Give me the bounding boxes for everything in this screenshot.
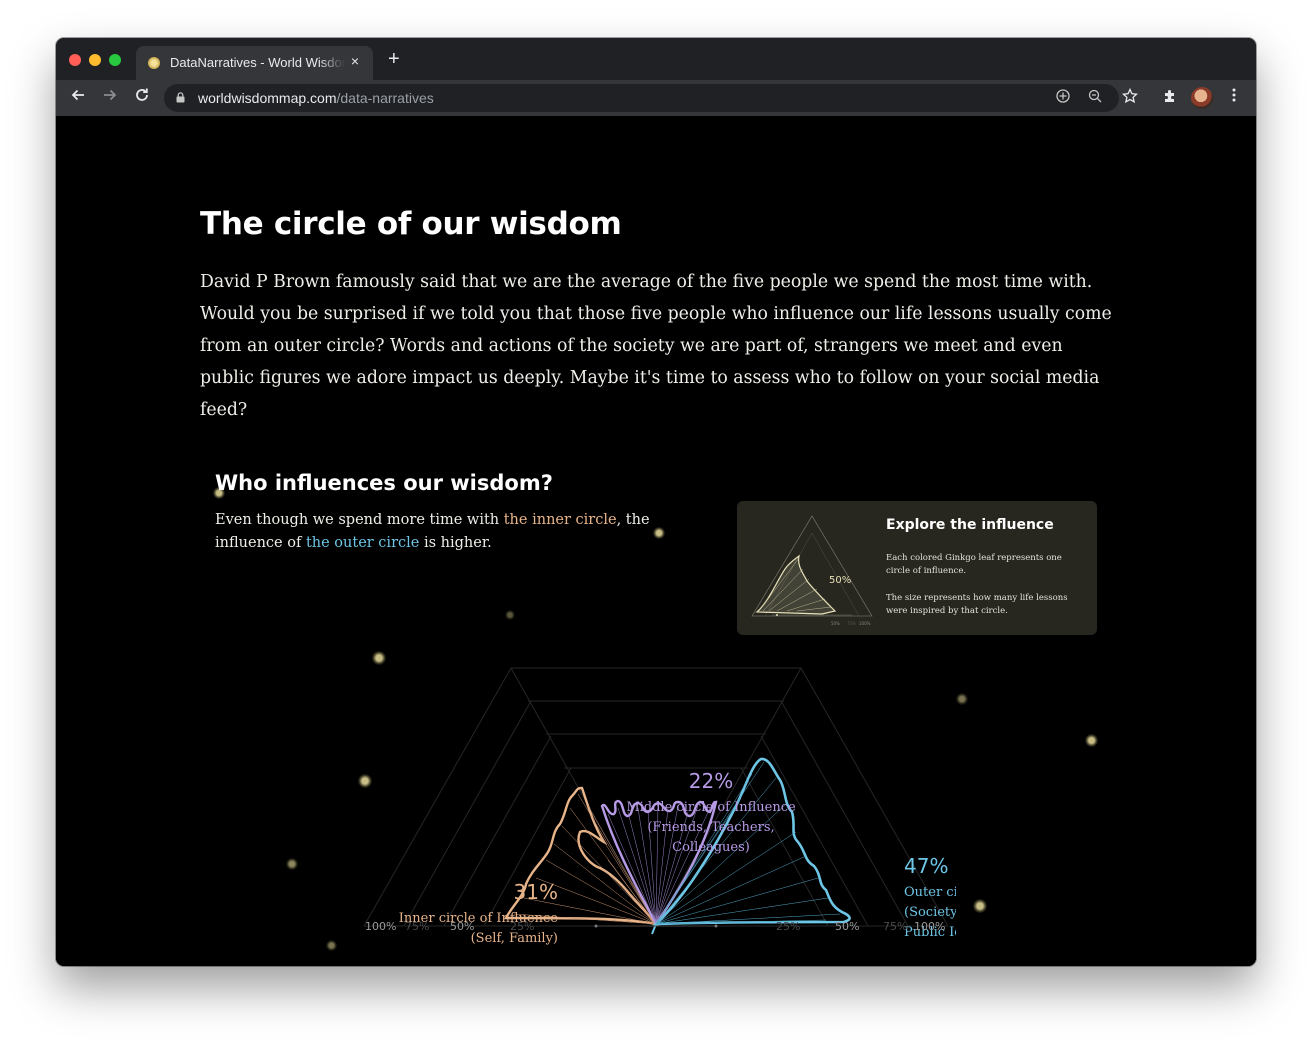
browser-tab[interactable]: DataNarratives - World Wisdom Map ×: [136, 46, 373, 80]
extensions-puzzle-icon[interactable]: [1160, 88, 1180, 108]
browser-window: DataNarratives - World Wisdom Map × + wo…: [56, 38, 1256, 966]
tab-title: DataNarratives - World Wisdom Map: [170, 55, 345, 70]
favicon-icon: [148, 57, 160, 69]
page-content: The circle of our wisdom David P Brown f…: [56, 116, 1256, 966]
tick-left-75: 75%: [405, 920, 430, 933]
close-window-button[interactable]: [69, 54, 81, 66]
tick-left-100: 100%: [365, 920, 397, 933]
tick-right-75: 75%: [883, 920, 908, 933]
back-icon[interactable]: [65, 85, 91, 111]
tick-right-100: 100%: [914, 920, 946, 933]
tick-labels: 100% 75% 50% 25% 25% 50% 75% 100%: [56, 116, 1256, 966]
browser-toolbar: worldwisdommap.com/data-narratives: [56, 80, 1256, 116]
more-menu-icon[interactable]: [1224, 88, 1244, 108]
address-bar[interactable]: worldwisdommap.com/data-narratives: [164, 84, 1119, 112]
lock-icon: [176, 92, 185, 103]
tick-right-50: 50%: [835, 920, 860, 933]
reload-icon[interactable]: [129, 85, 155, 111]
minimize-window-button[interactable]: [89, 54, 101, 66]
bookmark-star-icon[interactable]: [1120, 87, 1140, 108]
tick-left-50: 50%: [450, 920, 475, 933]
profile-avatar[interactable]: [1191, 87, 1213, 109]
tab-close-icon[interactable]: ×: [347, 53, 363, 69]
forward-icon[interactable]: [97, 85, 123, 111]
maximize-window-button[interactable]: [109, 54, 121, 66]
url-text: worldwisdommap.com/data-narratives: [198, 90, 434, 106]
tab-bar: DataNarratives - World Wisdom Map × +: [56, 38, 1256, 80]
tick-right-25: 25%: [776, 920, 801, 933]
install-app-icon[interactable]: [1054, 89, 1072, 107]
tick-left-25: 25%: [510, 920, 535, 933]
zoom-icon[interactable]: [1086, 89, 1104, 107]
new-tab-button[interactable]: +: [388, 49, 400, 69]
